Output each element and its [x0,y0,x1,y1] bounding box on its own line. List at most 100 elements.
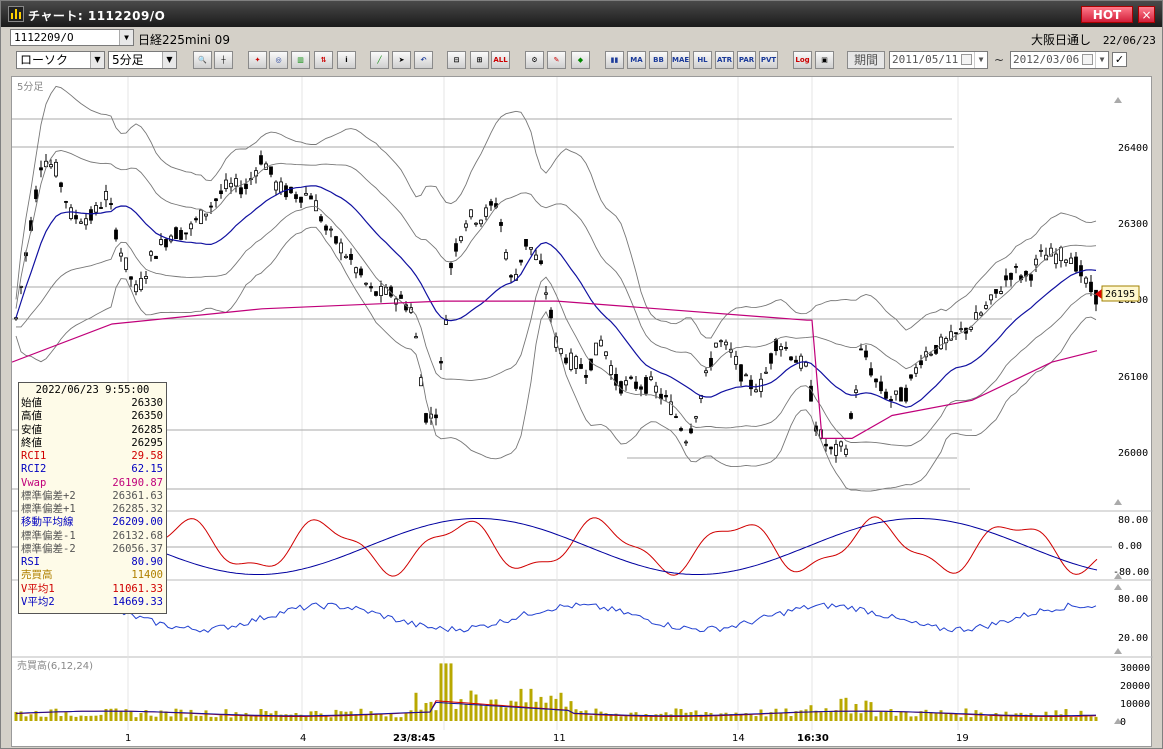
candle-body [879,381,883,392]
print-icon[interactable]: ▣ [815,51,834,69]
volume-bar [399,717,403,721]
candle-body [14,317,18,320]
info-row-label: 標準偏差-2 [21,542,76,555]
candle-body [99,207,103,209]
calendar-icon[interactable] [1082,54,1093,65]
volume-bars-icon[interactable]: ▮▮ [605,51,624,69]
volume-bar [584,710,588,721]
candle-body [1054,253,1058,265]
ma-button[interactable]: MA [627,51,646,69]
candle-body [314,200,318,212]
volume-bar [839,698,843,721]
info-row: V平均2 14669.33 [19,596,166,609]
log-button[interactable]: Log [793,51,812,69]
volume-bar [304,716,308,721]
candle-body [844,448,848,455]
volume-bar [984,716,988,721]
candle-body [829,446,833,450]
date-to-input[interactable]: 2012/03/06 ▼ [1010,51,1109,69]
trendline-icon[interactable]: ╱ [370,51,389,69]
settings-icon[interactable]: ⚙ [525,51,544,69]
chevron-down-icon[interactable]: ▼ [162,52,176,68]
close-button[interactable]: × [1138,6,1155,23]
candle-body [999,291,1003,294]
pvt-button[interactable]: PVT [759,51,778,69]
info-row: 始値 26330 [19,397,166,410]
hl-button[interactable]: HL [693,51,712,69]
volume-bar [874,716,878,721]
chevron-down-icon[interactable]: ▼ [90,52,104,68]
candle-body [364,282,368,285]
undo-icon[interactable]: ↶ [414,51,433,69]
candle-body [904,387,908,402]
candle-body [714,342,718,348]
candle-style-icon[interactable]: ✦ [248,51,267,69]
chart-type-select[interactable]: ローソク ▼ [16,51,105,69]
volume-bar [639,716,643,721]
chart-canvas[interactable]: 5分足 26400 26300 26200 26100 26000 26195 … [12,77,1153,748]
candle-body [344,255,348,259]
interval-select[interactable]: 5分足 ▼ [108,51,177,69]
candle-body [454,243,458,252]
candle-body [724,341,728,346]
candle-body [524,239,528,247]
atr-button[interactable]: ATR [715,51,734,69]
volume-bar [1069,716,1073,721]
chart-area[interactable]: 5分足 26400 26300 26200 26100 26000 26195 … [11,76,1153,748]
date-from-input[interactable]: 2011/05/11 ▼ [889,51,988,69]
chevron-down-icon[interactable]: ▼ [119,30,133,45]
mae-button[interactable]: MAE [671,51,690,69]
candle-body [744,374,748,377]
volume-bar [349,711,353,721]
candle-body [534,254,538,261]
calendar-icon[interactable] [961,54,972,65]
volume-bar [389,713,393,721]
rise-fall-icon[interactable]: ⇅ [314,51,333,69]
candle-body [1064,259,1068,263]
apply-check-icon[interactable]: ✓ [1112,52,1127,67]
info-icon[interactable]: i [337,51,356,69]
rsi-axis-label: 20.00 [1118,633,1148,644]
candle-body [374,291,378,296]
candle-body [694,416,698,419]
par-button[interactable]: PAR [737,51,756,69]
bb-button[interactable]: BB [649,51,668,69]
search-chart-icon[interactable]: ◎ [269,51,288,69]
candle-body [484,207,488,217]
info-timestamp: 2022/06/23 9:55:00 [35,384,150,396]
info-row-label: RCI2 [21,463,47,476]
volume-bar [534,701,538,721]
candle-body [634,381,638,389]
volume-bar [929,712,933,721]
candle-body [279,181,283,193]
crosshair-icon[interactable]: ┼ [214,51,233,69]
volume-bar [329,717,333,721]
brush-icon[interactable]: ✎ [547,51,566,69]
info-row: Vwap 26190.87 [19,477,166,490]
volume-bar [784,708,788,721]
chevron-down-icon[interactable]: ▼ [974,52,987,68]
candle-body [684,441,688,444]
volume-bar [949,713,953,721]
hot-button[interactable]: HOT [1081,6,1133,23]
candle-body [639,386,643,390]
volume-bar [674,708,678,721]
info-row: 安値 26285 [19,424,166,437]
zoom-icon[interactable]: 🔍 [193,51,212,69]
info-row-value: 26056.37 [112,542,163,555]
candle-body [109,203,113,205]
candle-body [424,413,428,423]
volume-bar [204,710,208,721]
bar-wide-icon[interactable]: ⊞ [470,51,489,69]
chevron-down-icon[interactable]: ▼ [1095,52,1108,68]
bar-style-icon[interactable]: ▥ [291,51,310,69]
color-palette-icon[interactable]: ◆ [571,51,590,69]
candle-body [754,389,758,393]
all-range-icon[interactable]: ALL [491,51,510,69]
period-button[interactable]: 期間 [847,51,885,69]
candle-body [119,252,123,257]
cursor-icon[interactable]: ➤ [392,51,411,69]
symbol-code-select[interactable]: 1112209/O ▼ [10,29,134,46]
bar-narrow-icon[interactable]: ⊟ [447,51,466,69]
candle-body [369,286,373,289]
